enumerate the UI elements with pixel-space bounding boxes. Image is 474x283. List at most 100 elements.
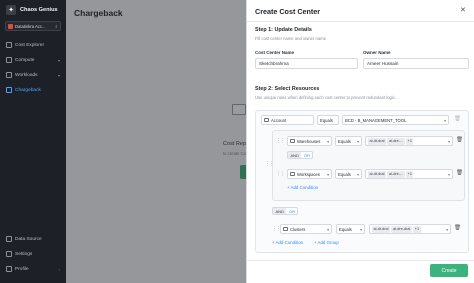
operator-label: Equals — [339, 226, 352, 232]
sidebar-item-label: Settings — [15, 251, 33, 257]
clusters-operator-select[interactable]: Equals ▾ — [336, 224, 365, 234]
operator-label: Equals — [320, 117, 333, 123]
value-tag: ai-dt-dral — [368, 170, 386, 178]
sidebar-item-workloads[interactable]: Workloads ▾ — [4, 70, 62, 80]
step2-title: Step 2: Select Resources — [255, 86, 320, 92]
trash-icon[interactable]: 🗑 — [454, 116, 461, 122]
sidebar-item-label: Chargeback — [15, 87, 41, 93]
database-icon — [6, 236, 12, 242]
chevron-down-icon: ▾ — [327, 227, 329, 232]
sidebar-item-label: Data Source — [15, 236, 42, 242]
trash-icon[interactable]: 🗑 — [454, 225, 461, 231]
field-label: Clusters — [290, 226, 306, 232]
workspaces-value-multiselect[interactable]: ai-dt-dral ai-dre-... +1 ▾ — [365, 169, 453, 179]
group-and-or-toggle[interactable]: AND OR — [287, 151, 314, 159]
sidebar-item-cost-explorer[interactable]: Cost Explorer — [4, 40, 62, 50]
or-option[interactable]: OR — [301, 152, 312, 158]
account-value-select[interactable]: BCD - B_MANAGEMENT_TOOL ▾ — [342, 115, 449, 125]
account-operator-select[interactable]: Equals — [317, 115, 339, 125]
value-tag: ai-dt-dral — [372, 225, 390, 233]
chevron-down-icon: ▾ — [327, 139, 329, 144]
value-label: BCD - B_MANAGEMENT_TOOL — [345, 117, 407, 123]
create-cost-center-drawer: Create Cost Center ✕ Step 1: Update Deta… — [246, 0, 474, 283]
operator-label: Equals — [338, 138, 351, 144]
workspace-selector[interactable]: Datatinkra Acc... ⇕ — [5, 21, 61, 31]
and-option[interactable]: AND — [273, 208, 287, 214]
drag-handle-icon[interactable]: ⋮⋮ — [276, 138, 285, 144]
warehouses-operator-select[interactable]: Equals ▾ — [335, 136, 362, 146]
field-label: Account — [271, 117, 287, 123]
owner-name-input[interactable]: Ameer Hussain — [363, 58, 469, 69]
operator-label: Equals — [338, 171, 351, 177]
warehouse-icon — [290, 139, 295, 143]
chevron-down-icon: ▾ — [448, 172, 450, 177]
add-condition-link[interactable]: + Add Condition — [272, 240, 303, 245]
drag-handle-icon[interactable]: ⋮⋮ — [272, 226, 281, 232]
sidebar-item-label: Cost Explorer — [15, 42, 45, 48]
value-tag: ai-dt-dral — [368, 137, 386, 145]
logo-icon: ✦ — [6, 5, 16, 15]
modal-overlay[interactable] — [66, 0, 246, 283]
workspace-icon — [290, 172, 295, 176]
field-label: Workspaces — [297, 171, 320, 177]
value-tag: ai-dre-... — [387, 137, 405, 145]
chevron-updown-icon: ⇕ — [54, 23, 58, 29]
clusters-field-select[interactable]: Clusters ▾ — [280, 224, 332, 234]
close-icon[interactable]: ✕ — [460, 6, 466, 14]
chevron-down-icon: ▾ — [448, 139, 450, 144]
account-icon — [264, 118, 269, 122]
trash-icon[interactable]: 🗑 — [456, 137, 463, 143]
sidebar-item-compute[interactable]: Compute ▾ — [4, 55, 62, 65]
create-button[interactable]: Create — [430, 264, 468, 277]
or-option[interactable]: OR — [286, 208, 297, 214]
chargeback-icon — [6, 87, 12, 93]
drawer-title: Create Cost Center — [255, 7, 321, 16]
drag-handle-icon[interactable]: ⋮⋮ — [265, 161, 274, 167]
workspace-name: Datatinkra Acc... — [15, 23, 46, 29]
sidebar: ✦ Chaos Genius Datatinkra Acc... ⇕ Cost … — [0, 0, 66, 283]
chevron-down-icon: ▾ — [446, 227, 448, 232]
brand-name: Chaos Genius — [20, 7, 58, 13]
sidebar-item-label: Profile — [15, 266, 29, 272]
chart-icon — [6, 42, 12, 48]
chevron-down-icon: ▾ — [360, 227, 362, 232]
step1-hint: Fill cost center name and owner name — [255, 36, 326, 41]
sidebar-item-data-source[interactable]: Data Source — [4, 234, 62, 244]
sidebar-item-settings[interactable]: Settings — [4, 249, 62, 259]
add-group-link[interactable]: + Add Group — [314, 240, 339, 245]
chevron-down-icon: ▾ — [57, 57, 60, 63]
chevron-right-icon: › — [58, 266, 60, 272]
warehouses-field-select[interactable]: Warehouses ▾ — [287, 136, 332, 146]
field-label: Warehouses — [297, 138, 321, 144]
value-tag: ai-dre-dral — [391, 225, 412, 233]
owner-name-label: Owner Name — [363, 50, 391, 55]
add-condition-link[interactable]: + Add Condition — [287, 185, 318, 190]
account-field-select[interactable]: Account — [261, 115, 314, 125]
condition-group: ⋮⋮ Warehouses ▾ Equals ▾ ai-dt-dral ai-d… — [272, 130, 465, 201]
workspace-icon — [8, 23, 13, 29]
chevron-down-icon: ▾ — [444, 118, 446, 123]
cost-center-name-input[interactable]: Sketchbrahma — [255, 58, 358, 69]
user-icon — [6, 266, 12, 272]
brand: ✦ Chaos Genius — [6, 5, 58, 15]
drag-handle-icon[interactable]: ⋮⋮ — [276, 171, 285, 177]
sidebar-item-label: Workloads — [15, 72, 38, 78]
step2-hint: Use unique rules when defining each cost… — [255, 95, 397, 100]
sidebar-item-label: Compute — [15, 57, 35, 63]
cost-center-name-label: Cost Center Name — [255, 50, 295, 55]
workspaces-field-select[interactable]: Workspaces ▾ — [287, 169, 332, 179]
chevron-down-icon: ▾ — [357, 172, 359, 177]
warehouses-value-multiselect[interactable]: ai-dt-dral ai-dre-... +1 ▾ — [365, 136, 453, 146]
more-tag: +1 — [406, 170, 414, 178]
trash-icon[interactable]: 🗑 — [456, 170, 463, 176]
compute-icon — [6, 57, 12, 63]
value-tag: ai-dre-... — [387, 170, 405, 178]
sidebar-item-profile[interactable]: Profile › — [4, 264, 62, 274]
and-option[interactable]: AND — [288, 152, 302, 158]
clusters-value-multiselect[interactable]: ai-dt-dral ai-dre-dral +1 ▾ — [369, 224, 451, 234]
chevron-down-icon: ▾ — [57, 72, 60, 78]
gear-icon — [6, 251, 12, 257]
workspaces-operator-select[interactable]: Equals ▾ — [335, 169, 362, 179]
outer-and-or-toggle[interactable]: AND OR — [272, 207, 299, 215]
sidebar-item-chargeback[interactable]: Chargeback — [4, 85, 62, 95]
